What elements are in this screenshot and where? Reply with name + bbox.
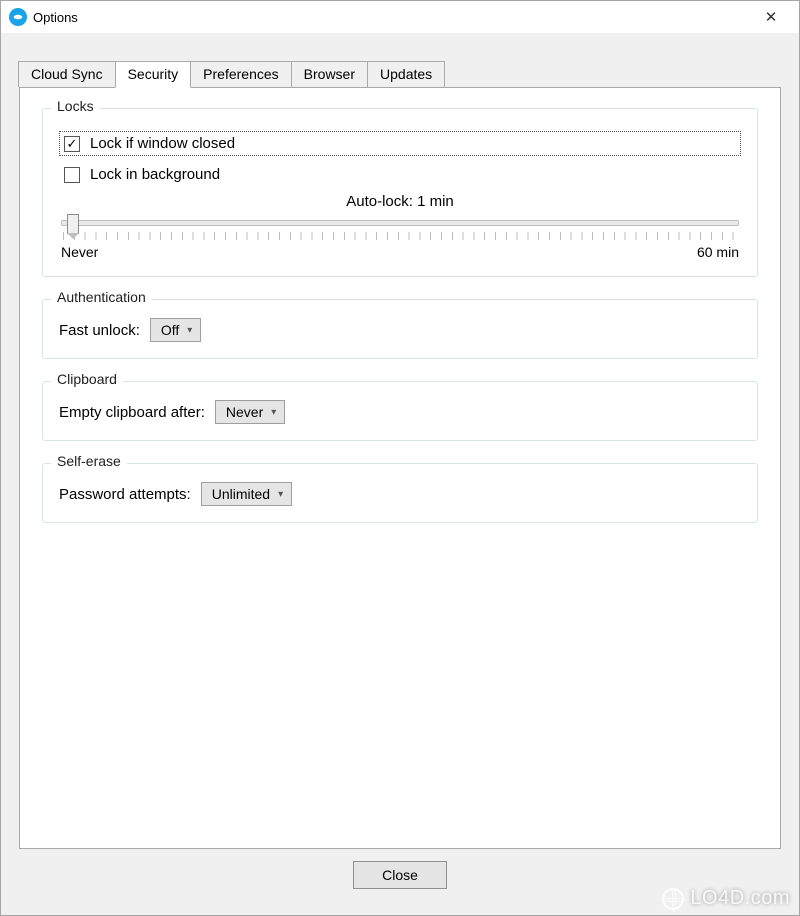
group-locks: Locks Lock if window closed Lock in back… <box>42 108 758 277</box>
focus-outline: Lock if window closed <box>59 131 741 156</box>
group-authentication: Authentication Fast unlock: Off ▾ <box>42 299 758 359</box>
password-attempts-label: Password attempts: <box>59 486 191 503</box>
lock-if-window-closed-row: Lock if window closed <box>59 131 741 156</box>
autolock-slider-ticks <box>63 232 737 240</box>
group-self-erase-legend: Self-erase <box>51 453 127 469</box>
lock-if-window-closed-label: Lock if window closed <box>90 135 235 152</box>
empty-clipboard-value: Never <box>226 404 263 420</box>
chevron-down-icon: ▾ <box>271 407 276 418</box>
options-window: Options ✕ Cloud Sync Security Preference… <box>0 0 800 916</box>
tab-page-security: Locks Lock if window closed Lock in back… <box>19 87 781 849</box>
password-attempts-value: Unlimited <box>212 486 270 502</box>
close-button[interactable]: Close <box>353 861 447 889</box>
fast-unlock-label: Fast unlock: <box>59 322 140 339</box>
password-attempts-row: Password attempts: Unlimited ▾ <box>59 482 741 506</box>
fast-unlock-dropdown[interactable]: Off ▾ <box>150 318 201 342</box>
autolock-slider-ends: Never 60 min <box>61 244 739 260</box>
dialog-footer: Close <box>19 849 781 901</box>
tab-updates[interactable]: Updates <box>367 61 445 87</box>
empty-clipboard-label: Empty clipboard after: <box>59 404 205 421</box>
empty-clipboard-dropdown[interactable]: Never ▾ <box>215 400 285 424</box>
tab-browser[interactable]: Browser <box>291 61 368 87</box>
lock-in-background-checkbox[interactable] <box>64 167 80 183</box>
group-self-erase: Self-erase Password attempts: Unlimited … <box>42 463 758 523</box>
tabstrip: Cloud Sync Security Preferences Browser … <box>18 61 781 87</box>
titlebar: Options ✕ <box>1 1 799 33</box>
autolock-label: Auto-lock: 1 min <box>59 193 741 210</box>
password-attempts-dropdown[interactable]: Unlimited ▾ <box>201 482 292 506</box>
client-area: Cloud Sync Security Preferences Browser … <box>1 33 799 915</box>
autolock-slider: Never 60 min <box>59 220 741 260</box>
lock-if-window-closed-checkbox[interactable] <box>64 136 80 152</box>
autolock-min-label: Never <box>61 244 98 260</box>
autolock-max-label: 60 min <box>697 244 739 260</box>
window-title: Options <box>33 10 78 25</box>
chevron-down-icon: ▾ <box>187 325 192 336</box>
autolock-slider-thumb[interactable] <box>67 214 79 234</box>
group-clipboard: Clipboard Empty clipboard after: Never ▾ <box>42 381 758 441</box>
empty-clipboard-row: Empty clipboard after: Never ▾ <box>59 400 741 424</box>
group-clipboard-legend: Clipboard <box>51 371 123 387</box>
tab-cloud-sync[interactable]: Cloud Sync <box>18 61 116 87</box>
app-icon <box>9 8 27 26</box>
group-locks-legend: Locks <box>51 98 100 114</box>
tab-security[interactable]: Security <box>115 61 192 88</box>
close-icon[interactable]: ✕ <box>751 3 791 31</box>
tab-preferences[interactable]: Preferences <box>190 61 291 87</box>
fast-unlock-row: Fast unlock: Off ▾ <box>59 318 741 342</box>
autolock-slider-track[interactable] <box>61 220 739 226</box>
titlebar-left: Options <box>9 8 78 26</box>
lock-in-background-label: Lock in background <box>90 166 220 183</box>
lock-in-background-row: Lock in background <box>59 166 741 183</box>
chevron-down-icon: ▾ <box>278 489 283 500</box>
fast-unlock-value: Off <box>161 322 179 338</box>
group-authentication-legend: Authentication <box>51 289 152 305</box>
